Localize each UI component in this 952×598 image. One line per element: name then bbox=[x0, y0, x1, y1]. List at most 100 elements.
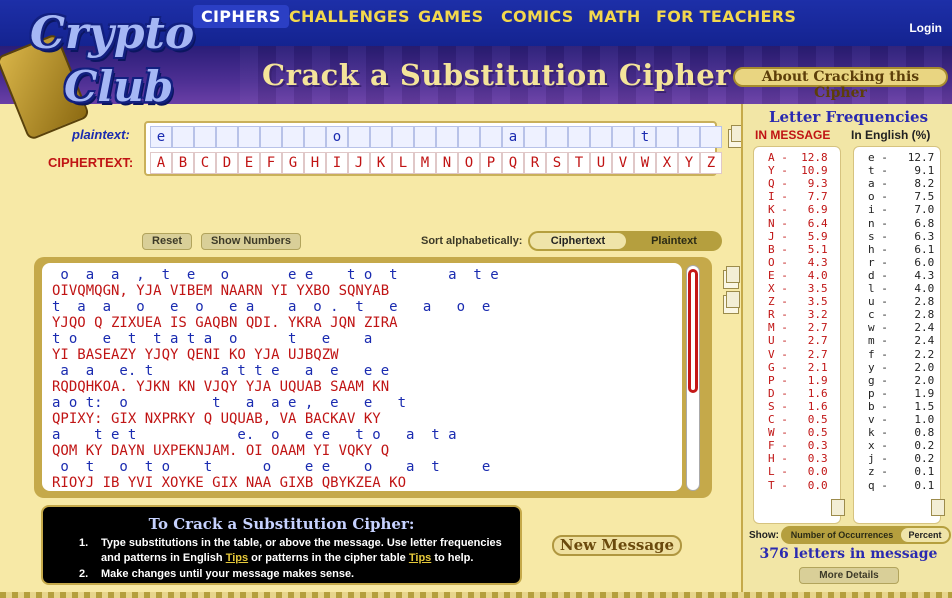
scrollbar-thumb[interactable] bbox=[688, 269, 698, 393]
new-message-button[interactable]: New Message bbox=[552, 535, 682, 556]
message-lines: o a a , t e o e e t o t a t e OIVQMQGN, Y… bbox=[52, 267, 499, 491]
plaintext-cell[interactable] bbox=[590, 126, 612, 148]
ciphertext-cell: G bbox=[282, 152, 304, 174]
about-cracking-button[interactable]: About Cracking this Cipher bbox=[733, 67, 948, 101]
show-occurrences-option[interactable]: Number of Occurrences bbox=[783, 528, 901, 542]
plaintext-cell[interactable] bbox=[700, 126, 722, 148]
nav-comics[interactable]: COMICS bbox=[501, 7, 574, 26]
plaintext-line[interactable]: a a e. t a t t e a e e e bbox=[52, 363, 499, 379]
plaintext-line[interactable]: o t o t o t o e e o a t e bbox=[52, 459, 499, 475]
plaintext-cell[interactable] bbox=[546, 126, 568, 148]
frequency-row: I - 7.7 bbox=[768, 190, 828, 204]
plaintext-cell[interactable] bbox=[304, 126, 326, 148]
plaintext-cell[interactable]: t bbox=[634, 126, 656, 148]
message-area[interactable]: o a a , t e o e e t o t a t e OIVQMQGN, Y… bbox=[42, 263, 682, 491]
plaintext-cell[interactable] bbox=[348, 126, 370, 148]
plaintext-cell[interactable] bbox=[436, 126, 458, 148]
instruction-step-1: 1. Type substitutions in the table, or ab… bbox=[79, 536, 502, 566]
plaintext-cell[interactable] bbox=[392, 126, 414, 148]
frequency-row: n - 6.8 bbox=[868, 216, 935, 230]
copy-english-icon[interactable] bbox=[928, 499, 945, 522]
frequency-row: w - 2.4 bbox=[868, 321, 935, 335]
plaintext-cell[interactable] bbox=[194, 126, 216, 148]
frequency-row: V - 2.7 bbox=[768, 347, 828, 361]
frequency-row: s - 6.3 bbox=[868, 229, 935, 243]
reset-button[interactable]: Reset bbox=[142, 233, 192, 250]
frequency-row: C - 0.5 bbox=[768, 413, 828, 426]
plaintext-cell[interactable] bbox=[414, 126, 436, 148]
frequency-row: K - 6.9 bbox=[768, 203, 828, 217]
ciphertext-cell: O bbox=[458, 152, 480, 174]
frequency-row: p - 1.9 bbox=[868, 386, 935, 400]
step-2-text: Make changes until your message makes se… bbox=[101, 568, 355, 580]
ciphertext-cell: C bbox=[194, 152, 216, 174]
english-tips-link[interactable]: Tips bbox=[226, 552, 248, 564]
ciphertext-cell: X bbox=[656, 152, 678, 174]
plaintext-cell[interactable]: a bbox=[502, 126, 524, 148]
sort-toggle: Ciphertext Plaintext bbox=[528, 231, 722, 251]
message-scrollbar[interactable] bbox=[686, 265, 700, 491]
nav-games[interactable]: GAMES bbox=[418, 7, 483, 26]
plaintext-cell[interactable]: e bbox=[150, 126, 172, 148]
nav-ciphers[interactable]: CIPHERS bbox=[193, 5, 289, 28]
cipher-tips-link[interactable]: Tips bbox=[409, 552, 431, 564]
nav-for-teachers[interactable]: FOR TEACHERS bbox=[656, 7, 796, 26]
ciphertext-cell: W bbox=[634, 152, 656, 174]
plaintext-line[interactable]: t o e t t a t a o t e a bbox=[52, 331, 499, 347]
plaintext-cell[interactable] bbox=[260, 126, 282, 148]
english-frequency-list: e - 12.7 t - 9.1 a - 8.2 o - 7.5 i - 7.0 n - … bbox=[853, 146, 941, 524]
letter-frequency-panel: Letter Frequencies IN MESSAGE In English… bbox=[741, 104, 952, 592]
ciphertext-cell: U bbox=[590, 152, 612, 174]
ciphertext-row: ABCDEFGHIJKLMNOPQRSTUVWXYZ bbox=[150, 152, 722, 174]
nav-math[interactable]: MATH bbox=[588, 7, 641, 26]
ciphertext-line: RIOYJ IB YVI XOYKE GIX NAA GIXB QBYKZEA … bbox=[52, 475, 407, 491]
login-link[interactable]: Login bbox=[909, 21, 942, 35]
more-details-button[interactable]: More Details bbox=[799, 567, 899, 584]
plaintext-label: plaintext: bbox=[72, 127, 130, 142]
sort-label: Sort alphabetically: bbox=[421, 235, 523, 247]
plaintext-line[interactable]: a o t: o t a a e , e e t bbox=[52, 395, 499, 411]
nav-challenges[interactable]: CHALLENGES bbox=[289, 7, 410, 26]
show-numbers-button[interactable]: Show Numbers bbox=[201, 233, 301, 250]
frequency-row: g - 2.0 bbox=[868, 373, 935, 387]
frequency-row: c - 2.8 bbox=[868, 308, 935, 322]
show-label: Show: bbox=[749, 530, 779, 541]
copy-frequencies-icon[interactable] bbox=[828, 499, 845, 522]
show-percent-option[interactable]: Percent bbox=[901, 528, 949, 542]
frequency-row: a - 8.2 bbox=[868, 177, 935, 191]
sort-plaintext-option[interactable]: Plaintext bbox=[626, 233, 722, 249]
crypto-club-logo[interactable]: Crypto Club bbox=[0, 2, 195, 142]
plaintext-cell[interactable] bbox=[238, 126, 260, 148]
copy-plaintext-icon[interactable] bbox=[723, 266, 740, 289]
plaintext-cell[interactable] bbox=[480, 126, 502, 148]
frequency-row: B - 5.1 bbox=[768, 242, 828, 256]
plaintext-cell[interactable] bbox=[656, 126, 678, 148]
frequency-row: Q - 9.3 bbox=[768, 177, 828, 191]
plaintext-line[interactable]: a t e t e. o e e t o a t a bbox=[52, 427, 499, 443]
page-title: Crack a Substitution Cipher bbox=[262, 58, 732, 92]
plaintext-cell[interactable] bbox=[216, 126, 238, 148]
frequency-row: i - 7.0 bbox=[868, 203, 935, 217]
plaintext-cell[interactable] bbox=[524, 126, 546, 148]
plaintext-cell[interactable] bbox=[282, 126, 304, 148]
frequency-row: e - 12.7 bbox=[868, 151, 935, 164]
frequency-row: H - 0.3 bbox=[768, 452, 828, 466]
frequency-row: j - 0.2 bbox=[868, 452, 935, 466]
logo-text-crypto: Crypto bbox=[30, 8, 195, 59]
plaintext-cell[interactable] bbox=[568, 126, 590, 148]
show-toggle: Number of Occurrences Percent bbox=[781, 526, 951, 544]
plaintext-line[interactable]: o a a , t e o e e t o t a t e bbox=[52, 267, 498, 283]
plaintext-cell[interactable] bbox=[612, 126, 634, 148]
frequency-row: t - 9.1 bbox=[868, 164, 935, 178]
plaintext-cell[interactable]: o bbox=[326, 126, 348, 148]
copy-ciphertext-icon[interactable] bbox=[723, 291, 740, 314]
sort-ciphertext-option[interactable]: Ciphertext bbox=[530, 233, 626, 249]
plaintext-cell[interactable] bbox=[678, 126, 700, 148]
ciphertext-cell: Y bbox=[678, 152, 700, 174]
step-1-text-d: to help. bbox=[431, 552, 474, 564]
plaintext-line[interactable]: t a a o e o e a a o . t e a o e bbox=[52, 299, 499, 315]
plaintext-cell[interactable] bbox=[172, 126, 194, 148]
frequency-row: F - 0.3 bbox=[768, 439, 828, 453]
plaintext-cell[interactable] bbox=[370, 126, 392, 148]
plaintext-cell[interactable] bbox=[458, 126, 480, 148]
